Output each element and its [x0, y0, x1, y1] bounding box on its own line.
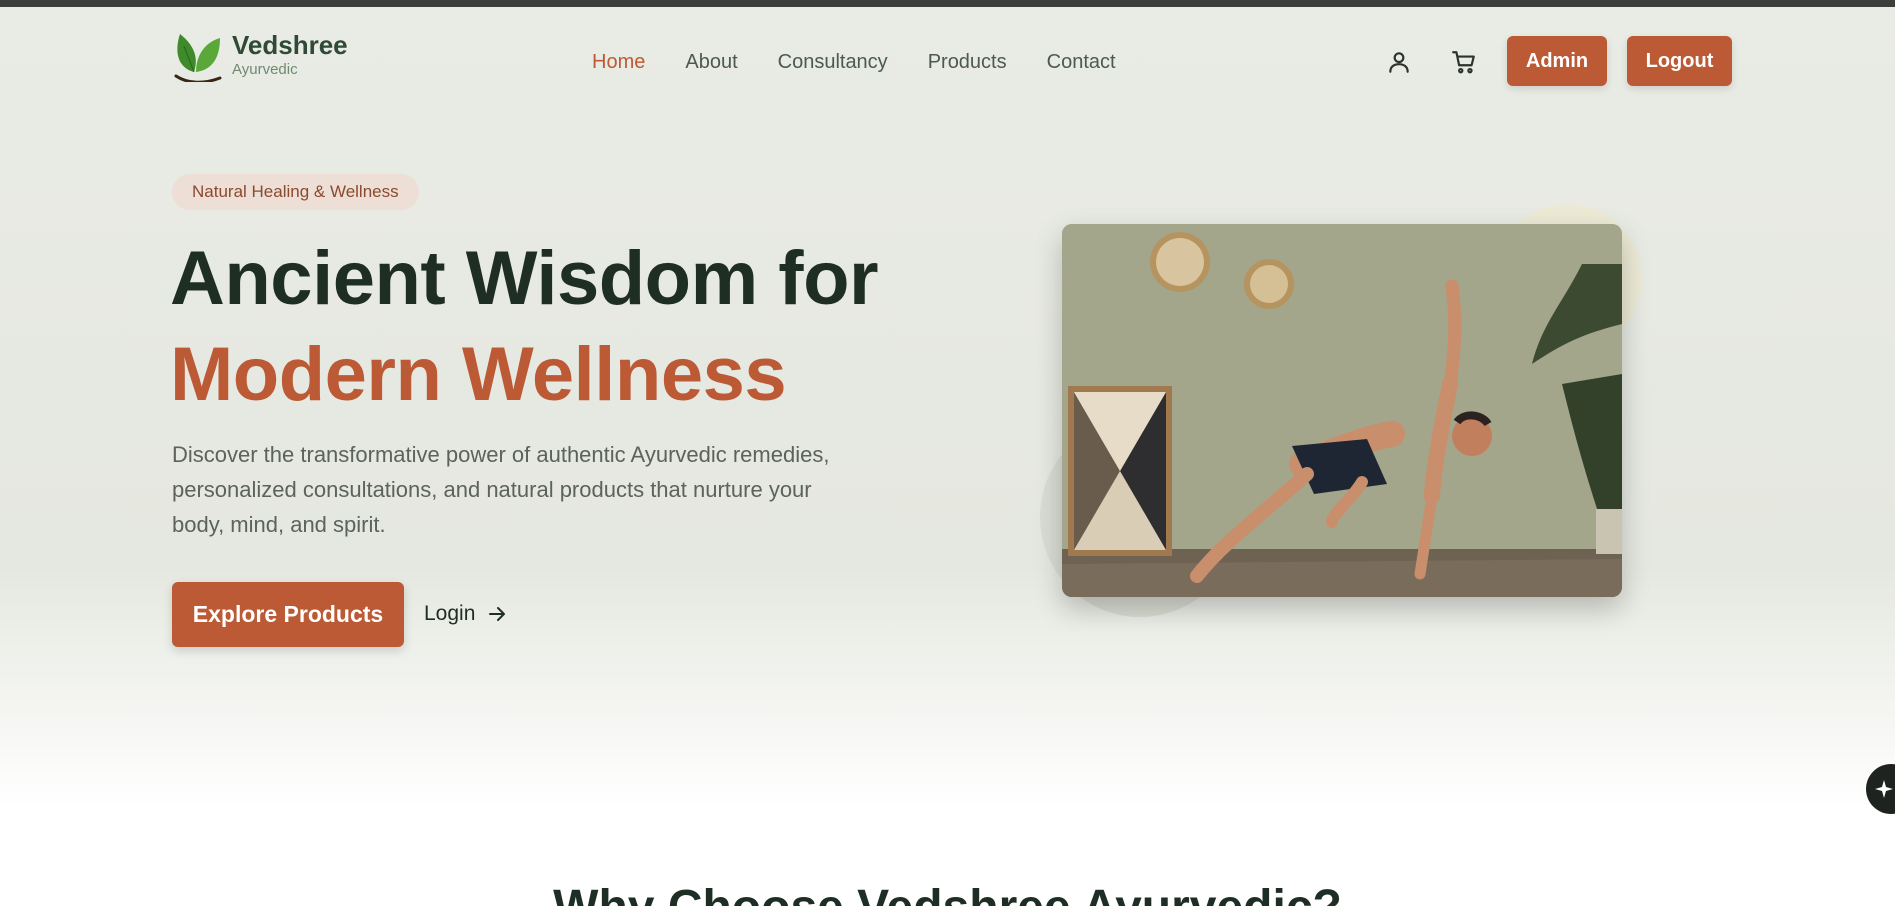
nav-item-about[interactable]: About	[685, 51, 737, 74]
login-link[interactable]: Login	[424, 599, 507, 629]
nav-item-consultancy[interactable]: Consultancy	[778, 51, 888, 74]
hero-description: Discover the transformative power of aut…	[172, 442, 830, 537]
sparkle-icon	[1875, 780, 1893, 798]
cart-button[interactable]	[1449, 47, 1479, 77]
nav-item-home[interactable]: Home	[592, 51, 645, 74]
main-nav: Home About Consultancy Products Contact	[592, 51, 1116, 74]
leaf-logo-icon	[174, 34, 222, 82]
account-button[interactable]	[1384, 47, 1414, 77]
arrow-right-icon	[489, 607, 506, 621]
brand-tagline: Ayurvedic	[232, 61, 298, 78]
brand-name: Vedshree	[232, 30, 348, 60]
user-icon	[1389, 52, 1409, 73]
logout-button[interactable]: Logout	[1627, 36, 1732, 86]
hero-badge: Natural Healing & Wellness	[172, 174, 419, 210]
login-link-label: Login	[424, 602, 476, 625]
admin-button[interactable]: Admin	[1507, 36, 1607, 86]
nav-item-products[interactable]: Products	[928, 51, 1007, 74]
explore-products-button[interactable]: Explore Products	[172, 582, 404, 647]
cart-icon	[1452, 51, 1475, 74]
brand-logo[interactable]: Vedshree Ayurvedic	[170, 28, 348, 82]
hero-section: Vedshree Ayurvedic Home About Consultanc…	[0, 7, 1895, 807]
hero-title-line2: Modern Wellness	[170, 332, 787, 417]
hero-image	[1062, 224, 1622, 597]
hero-title-line1: Ancient Wisdom for	[170, 236, 879, 321]
section-title: Why Choose Vedshree Ayurvedic?	[0, 880, 1895, 906]
yoga-photo	[1062, 224, 1622, 597]
nav-item-contact[interactable]: Contact	[1047, 51, 1116, 74]
top-bar	[0, 0, 1895, 7]
